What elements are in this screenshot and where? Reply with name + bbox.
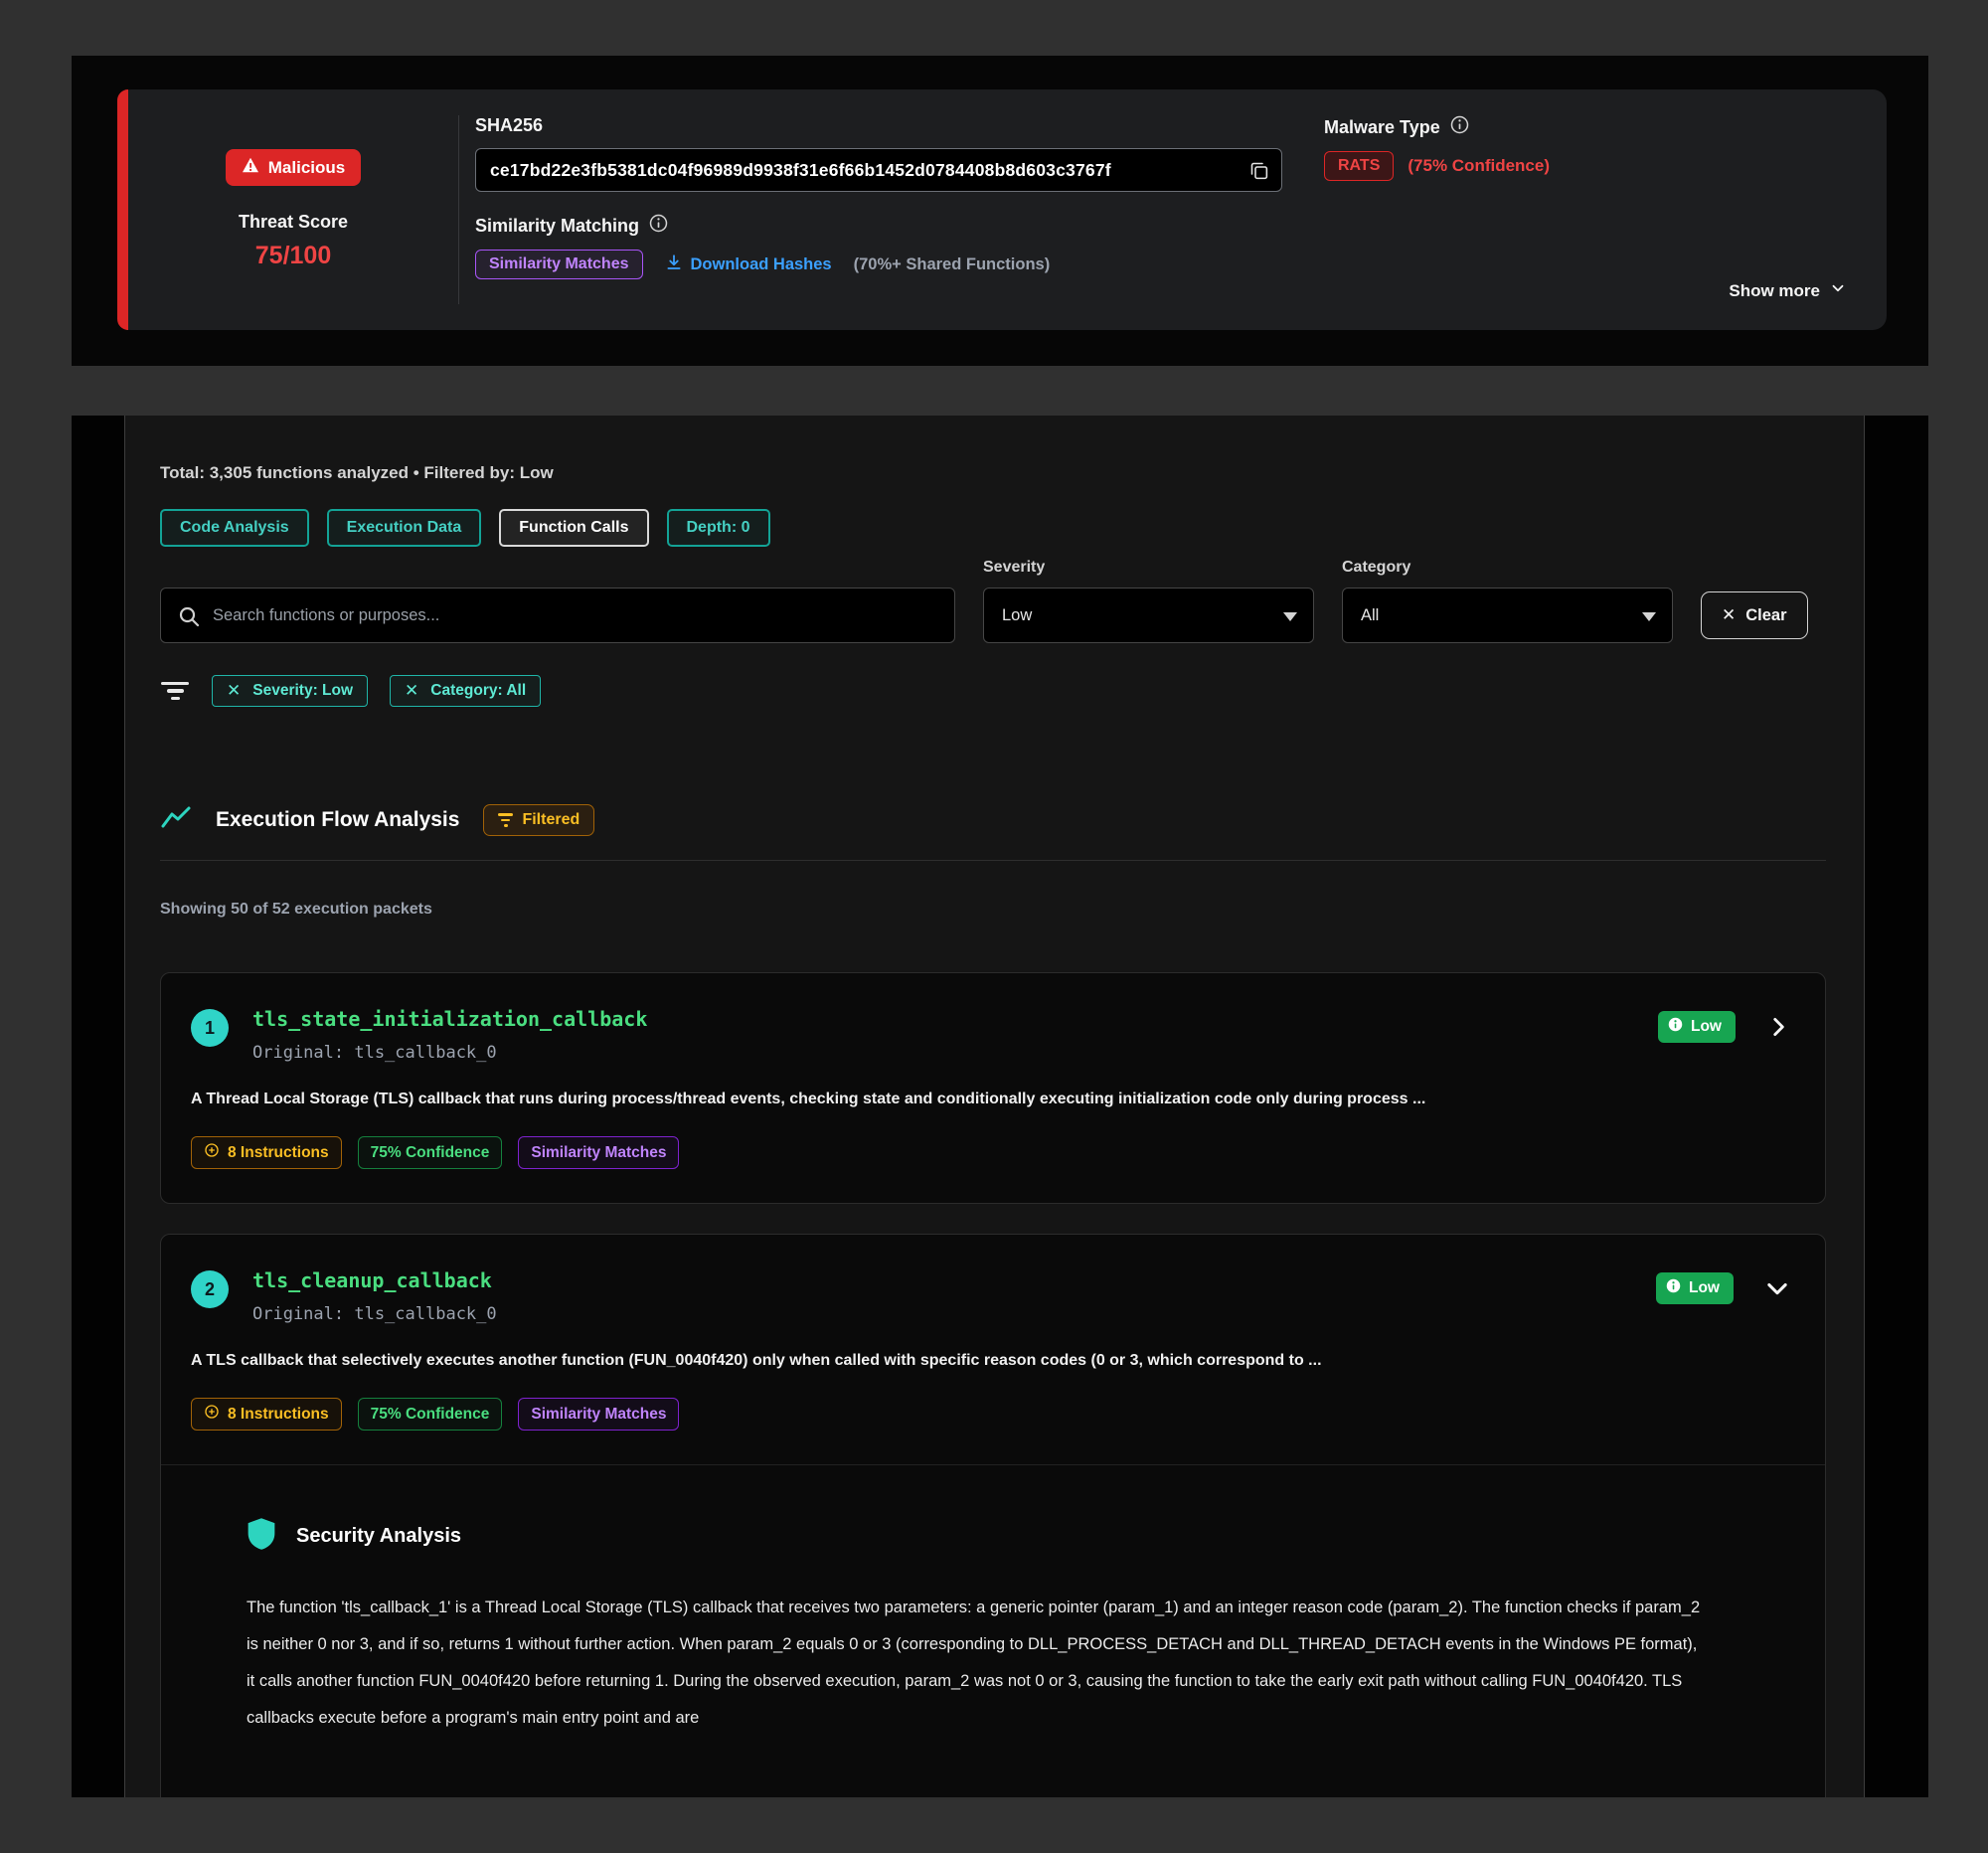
severity-low-badge: Low: [1656, 1272, 1734, 1304]
show-more-button[interactable]: Show more: [1729, 279, 1847, 302]
sha256-value-box[interactable]: ce17bd22e3fb5381dc04f96989d9938f31e6f66b…: [475, 148, 1282, 192]
threat-score-label: Threat Score: [239, 212, 348, 233]
threat-summary-panel: Malicious Threat Score 75/100 SHA256 ce1…: [72, 56, 1928, 366]
threat-summary-card: Malicious Threat Score 75/100 SHA256 ce1…: [117, 89, 1887, 330]
trend-line-icon: [160, 805, 192, 836]
verdict-label: Malicious: [268, 158, 345, 178]
search-input[interactable]: [213, 606, 909, 625]
security-analysis-section: Security Analysis The function 'tls_call…: [161, 1464, 1825, 1776]
execution-flow-header: Execution Flow Analysis Filtered: [160, 804, 1826, 836]
shield-icon: [247, 1517, 276, 1556]
download-hashes-link[interactable]: Download Hashes: [665, 253, 832, 276]
packet-card-1[interactable]: 1 tls_state_initialization_callback Orig…: [160, 972, 1826, 1204]
similarity-matches-badge: Similarity Matches: [518, 1398, 679, 1431]
shared-functions-note: (70%+ Shared Functions): [854, 255, 1051, 274]
packet-card-2[interactable]: 2 tls_cleanup_callback Original: tls_cal…: [160, 1234, 1826, 1797]
function-search-box[interactable]: [160, 588, 955, 643]
sha256-label: SHA256: [475, 115, 1324, 136]
dropdown-caret-icon: [1283, 612, 1297, 621]
packet-badges: 8 Instructions 75% Confidence Similarity…: [191, 1398, 1789, 1431]
threat-score-column: Malicious Threat Score 75/100: [128, 89, 458, 330]
info-icon[interactable]: [1450, 115, 1469, 139]
tab-code-analysis[interactable]: Code Analysis: [160, 509, 309, 547]
packet-description: A TLS callback that selectively executes…: [191, 1352, 1789, 1370]
info-icon[interactable]: [649, 214, 668, 238]
packet-header: 1 tls_state_initialization_callback Orig…: [191, 1005, 1789, 1063]
packet-header: 2 tls_cleanup_callback Original: tls_cal…: [191, 1266, 1789, 1324]
function-name: tls_cleanup_callback: [252, 1268, 497, 1292]
sha256-value: ce17bd22e3fb5381dc04f96989d9938f31e6f66b…: [490, 160, 1111, 181]
warning-icon: [242, 157, 259, 178]
malware-type-confidence: (75% Confidence): [1408, 156, 1550, 176]
tab-function-calls[interactable]: Function Calls: [499, 509, 648, 547]
function-name: tls_state_initialization_callback: [252, 1007, 647, 1031]
instructions-badge: 8 Instructions: [191, 1136, 342, 1169]
chip-category-all[interactable]: ✕ Category: All: [390, 675, 541, 707]
original-function-name: Original: tls_callback_0: [252, 1304, 497, 1324]
chip-severity-low[interactable]: ✕ Severity: Low: [212, 675, 368, 707]
section-divider: [160, 860, 1826, 861]
similarity-matches-badge[interactable]: Similarity Matches: [475, 250, 643, 279]
instructions-icon: [204, 1142, 220, 1163]
security-analysis-body: The function 'tls_callback_1' is a Threa…: [247, 1590, 1706, 1737]
instructions-badge: 8 Instructions: [191, 1398, 342, 1431]
packet-badges: 8 Instructions 75% Confidence Similarity…: [191, 1136, 1789, 1169]
function-analysis-content: Total: 3,305 functions analyzed • Filter…: [124, 416, 1865, 1797]
section-title: Execution Flow Analysis: [216, 808, 459, 832]
filters-row: Severity Low Category All ✕ Clear: [160, 559, 1826, 643]
confidence-badge: 75% Confidence: [358, 1136, 503, 1169]
packet-description: A Thread Local Storage (TLS) callback th…: [191, 1091, 1789, 1108]
threat-severity-strip: [117, 89, 128, 330]
showing-count-text: Showing 50 of 52 execution packets: [160, 901, 1826, 919]
filter-icon: [160, 682, 190, 701]
remove-icon[interactable]: ✕: [227, 681, 241, 701]
hash-column: SHA256 ce17bd22e3fb5381dc04f96989d9938f3…: [459, 89, 1324, 330]
similarity-matches-badge: Similarity Matches: [518, 1136, 679, 1169]
original-function-name: Original: tls_callback_0: [252, 1043, 647, 1063]
confidence-badge: 75% Confidence: [358, 1398, 503, 1431]
category-label: Category: [1342, 559, 1673, 577]
severity-label: Severity: [983, 559, 1314, 577]
analysis-tabs: Code Analysis Execution Data Function Ca…: [160, 509, 1826, 547]
severity-select[interactable]: Low: [983, 588, 1314, 643]
search-icon: [177, 604, 201, 633]
remove-icon[interactable]: ✕: [405, 681, 418, 701]
security-analysis-title: Security Analysis: [296, 1525, 461, 1548]
info-icon: [1668, 1017, 1683, 1037]
tab-execution-data[interactable]: Execution Data: [327, 509, 482, 547]
filtered-badge: Filtered: [483, 804, 594, 836]
malware-type-badge: RATS: [1324, 151, 1394, 181]
instructions-icon: [204, 1404, 220, 1425]
severity-low-badge: Low: [1658, 1011, 1736, 1043]
download-icon: [665, 253, 683, 276]
function-analysis-panel: Total: 3,305 functions analyzed • Filter…: [72, 416, 1928, 1797]
copy-icon[interactable]: [1248, 160, 1269, 181]
malware-type-column: Malware Type RATS (75% Confidence) Show …: [1324, 89, 1887, 330]
verdict-badge: Malicious: [226, 149, 361, 186]
collapse-chevron-down-icon[interactable]: [1763, 1274, 1791, 1302]
info-icon: [1666, 1278, 1681, 1298]
functions-summary-text: Total: 3,305 functions analyzed • Filter…: [160, 463, 1826, 483]
threat-score-value: 75/100: [255, 242, 331, 270]
similarity-matching-label: Similarity Matching: [475, 216, 639, 237]
chevron-down-icon: [1829, 279, 1847, 302]
dropdown-caret-icon: [1642, 612, 1656, 621]
active-filter-chips: ✕ Severity: Low ✕ Category: All: [160, 675, 1826, 707]
close-icon: ✕: [1722, 605, 1736, 625]
clear-filters-button[interactable]: ✕ Clear: [1701, 591, 1808, 639]
tab-depth[interactable]: Depth: 0: [667, 509, 770, 547]
expand-chevron-right-icon[interactable]: [1765, 1014, 1791, 1040]
category-select[interactable]: All: [1342, 588, 1673, 643]
packet-index-badge: 1: [191, 1009, 229, 1047]
funnel-icon: [498, 813, 513, 827]
packet-index-badge: 2: [191, 1270, 229, 1308]
malware-type-label: Malware Type: [1324, 117, 1440, 138]
